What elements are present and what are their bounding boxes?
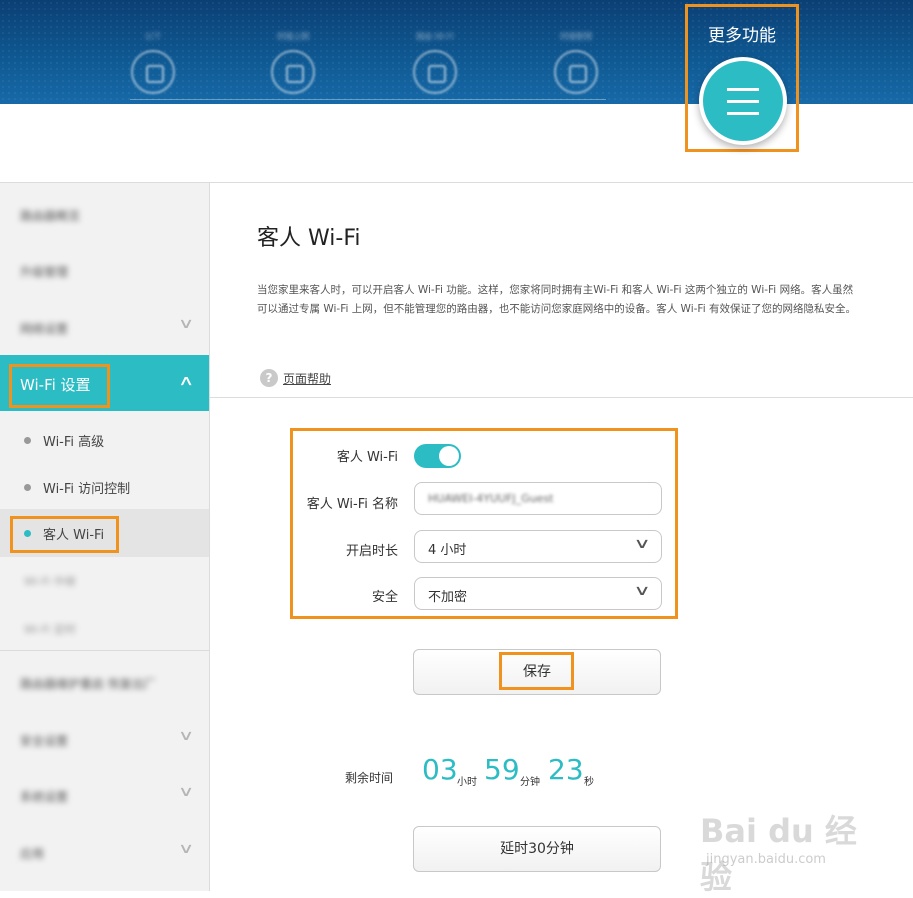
sidebar-item-4[interactable]: 路由器维护重启 恢复出厂 [0,655,209,711]
more-functions-button[interactable] [699,57,787,145]
duration-value: 4 小时 [428,543,467,558]
duration-select[interactable]: 4 小时 ∨ [414,530,662,563]
sidebar-item-label: 系统设置 [20,790,69,804]
sidebar-item-wifi-settings[interactable]: Wi-Fi 设置 ∨ [0,355,209,411]
page-help-label: 页面帮助 [283,371,332,386]
countdown-minutes-unit: 分钟 [520,777,540,788]
sidebar-item-label: Wi-Fi 设置 [20,376,91,394]
guest-wifi-label: 客人 Wi-Fi [336,450,398,465]
sidebar-item-2[interactable]: 升级管理 [0,243,209,299]
sidebar-subitem-blurred-1[interactable]: Wi-Fi 中继 [0,557,209,605]
save-highlight [499,652,574,690]
page-title: 客人 Wi-Fi [257,226,361,251]
download-icon [131,50,175,94]
wifi-name-label: 客人 Wi-Fi 名称 [306,497,398,512]
sidebar-subitem-wifi-advanced[interactable]: Wi-Fi 高级 [0,416,209,464]
nav-item-2[interactable]: 终端上网 [253,30,333,94]
chevron-down-icon: ∨ [177,316,195,332]
sidebar: 路由器概览 升级管理 网络设置 ∨ Wi-Fi 设置 ∨ Wi-Fi 高级 Wi… [0,183,210,891]
sidebar-subitem-guest-wifi[interactable]: 客人 Wi-Fi [0,509,209,557]
countdown-hours-unit: 小时 [457,777,477,788]
chevron-up-icon: ∨ [177,373,195,389]
chevron-down-icon: ∨ [633,536,651,552]
more-functions-label: 更多功能 [708,26,776,46]
sidebar-item-1[interactable]: 路由器概览 [0,187,209,243]
page-description: 当您家里来客人时，可以开启客人 Wi-Fi 功能。这样，您家将同时拥有主Wi-F… [257,284,856,315]
nav-item-3[interactable]: 路由 Wi-Fi [395,30,475,94]
nav-item-label: 终端管理 [560,32,592,41]
chevron-down-icon: ∨ [177,841,195,857]
security-value: 不加密 [428,590,468,605]
sidebar-item-label: 安全设置 [20,734,69,748]
sidebar-item-7[interactable]: 应用 ∨ [0,825,209,881]
sidebar-subitem-label: Wi-Fi 定时 [24,623,76,636]
wifi-icon [413,50,457,94]
sidebar-item-label: 路由器维护重启 恢复出厂 [20,677,156,691]
content-divider [210,397,913,398]
sidebar-subitem-label: Wi-Fi 访问控制 [43,482,131,497]
countdown-seconds: 23 [548,753,584,786]
chevron-down-icon: ∨ [177,728,195,744]
nav-item-1[interactable]: 以下 [113,30,193,94]
nav-item-4[interactable]: 终端管理 [536,30,616,94]
sidebar-subitem-wifi-access-control[interactable]: Wi-Fi 访问控制 [0,463,209,511]
chevron-down-icon: ∨ [633,583,651,599]
user-icon [554,50,598,94]
sidebar-item-3[interactable]: 网络设置 ∨ [0,300,209,356]
sidebar-item-5[interactable]: 安全设置 ∨ [0,712,209,768]
duration-label: 开启时长 [345,544,398,559]
device-icon [271,50,315,94]
sidebar-subitem-label: 客人 Wi-Fi [43,528,105,543]
remaining-time-label: 剩余时间 [345,771,394,785]
page-help-link[interactable]: ? 页面帮助 [260,368,331,388]
question-icon: ? [260,369,278,387]
sidebar-item-label: 路由器概览 [20,209,81,223]
sidebar-item-label: 网络设置 [20,322,69,336]
sidebar-subitem-label: Wi-Fi 中继 [24,575,76,588]
wifi-name-value: HUAWEI-4YUUFJ_Guest [428,492,554,505]
countdown-seconds-unit: 秒 [584,777,594,788]
bullet-icon [24,437,31,444]
countdown-minutes: 59 [484,753,520,786]
countdown-hours: 03 [422,753,458,786]
bullet-icon [24,484,31,491]
nav-divider [130,99,606,100]
extend-30min-button[interactable]: 延时30分钟 [413,826,661,872]
sidebar-item-label: 应用 [20,847,45,861]
sidebar-divider [0,650,209,651]
sidebar-subitem-label: Wi-Fi 高级 [43,435,105,450]
bullet-icon [24,530,31,537]
wifi-name-input[interactable]: HUAWEI-4YUUFJ_Guest [414,482,662,515]
security-select[interactable]: 不加密 ∨ [414,577,662,610]
nav-item-label: 终端上网 [277,32,309,41]
chevron-down-icon: ∨ [177,784,195,800]
security-label: 安全 [371,590,398,605]
nav-item-label: 路由 Wi-Fi [416,32,454,41]
baidu-jingyan-watermark: Bai du 经验 jingyan.baidu.com [700,800,870,896]
watermark-url: jingyan.baidu.com [706,852,826,867]
sidebar-subitem-blurred-2[interactable]: Wi-Fi 定时 [0,605,209,653]
nav-item-label: 以下 [145,32,161,41]
sidebar-item-label: 升级管理 [20,265,69,279]
guest-wifi-toggle[interactable] [414,444,461,468]
sidebar-item-6[interactable]: 系统设置 ∨ [0,768,209,824]
more-functions-highlight: 更多功能 [685,4,799,152]
toggle-knob [439,446,459,466]
